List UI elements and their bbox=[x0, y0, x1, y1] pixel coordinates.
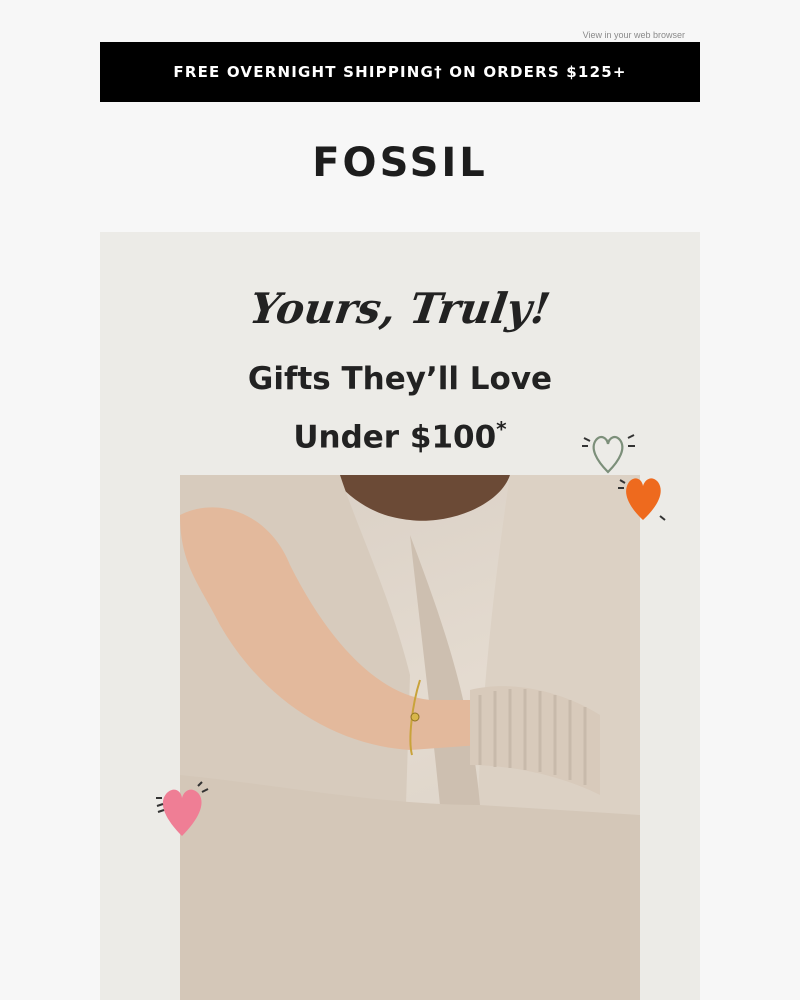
fossil-logo[interactable]: FOSSIL bbox=[0, 140, 800, 186]
heart-pink-icon bbox=[156, 781, 209, 836]
headline-asterisk: * bbox=[496, 417, 507, 441]
headline-line-1: Gifts They’ll Love bbox=[247, 361, 553, 397]
shipping-banner-text: FREE OVERNIGHT SHIPPING† ON ORDERS $125+ bbox=[173, 63, 627, 81]
hero-script-title: Yours, Truly! bbox=[246, 284, 554, 333]
view-in-browser-link[interactable]: View in your web browser bbox=[583, 30, 685, 40]
hero-section[interactable]: Yours, Truly! Gifts They’ll Love Under $… bbox=[100, 232, 700, 1000]
hero-photo-illustration bbox=[180, 475, 640, 1000]
heart-orange-icon bbox=[618, 478, 666, 521]
shipping-banner[interactable]: FREE OVERNIGHT SHIPPING† ON ORDERS $125+ bbox=[100, 42, 700, 102]
headline-price: Under $100 bbox=[293, 419, 497, 456]
hero-photo[interactable] bbox=[180, 475, 640, 1000]
heart-outline-icon bbox=[582, 434, 635, 474]
